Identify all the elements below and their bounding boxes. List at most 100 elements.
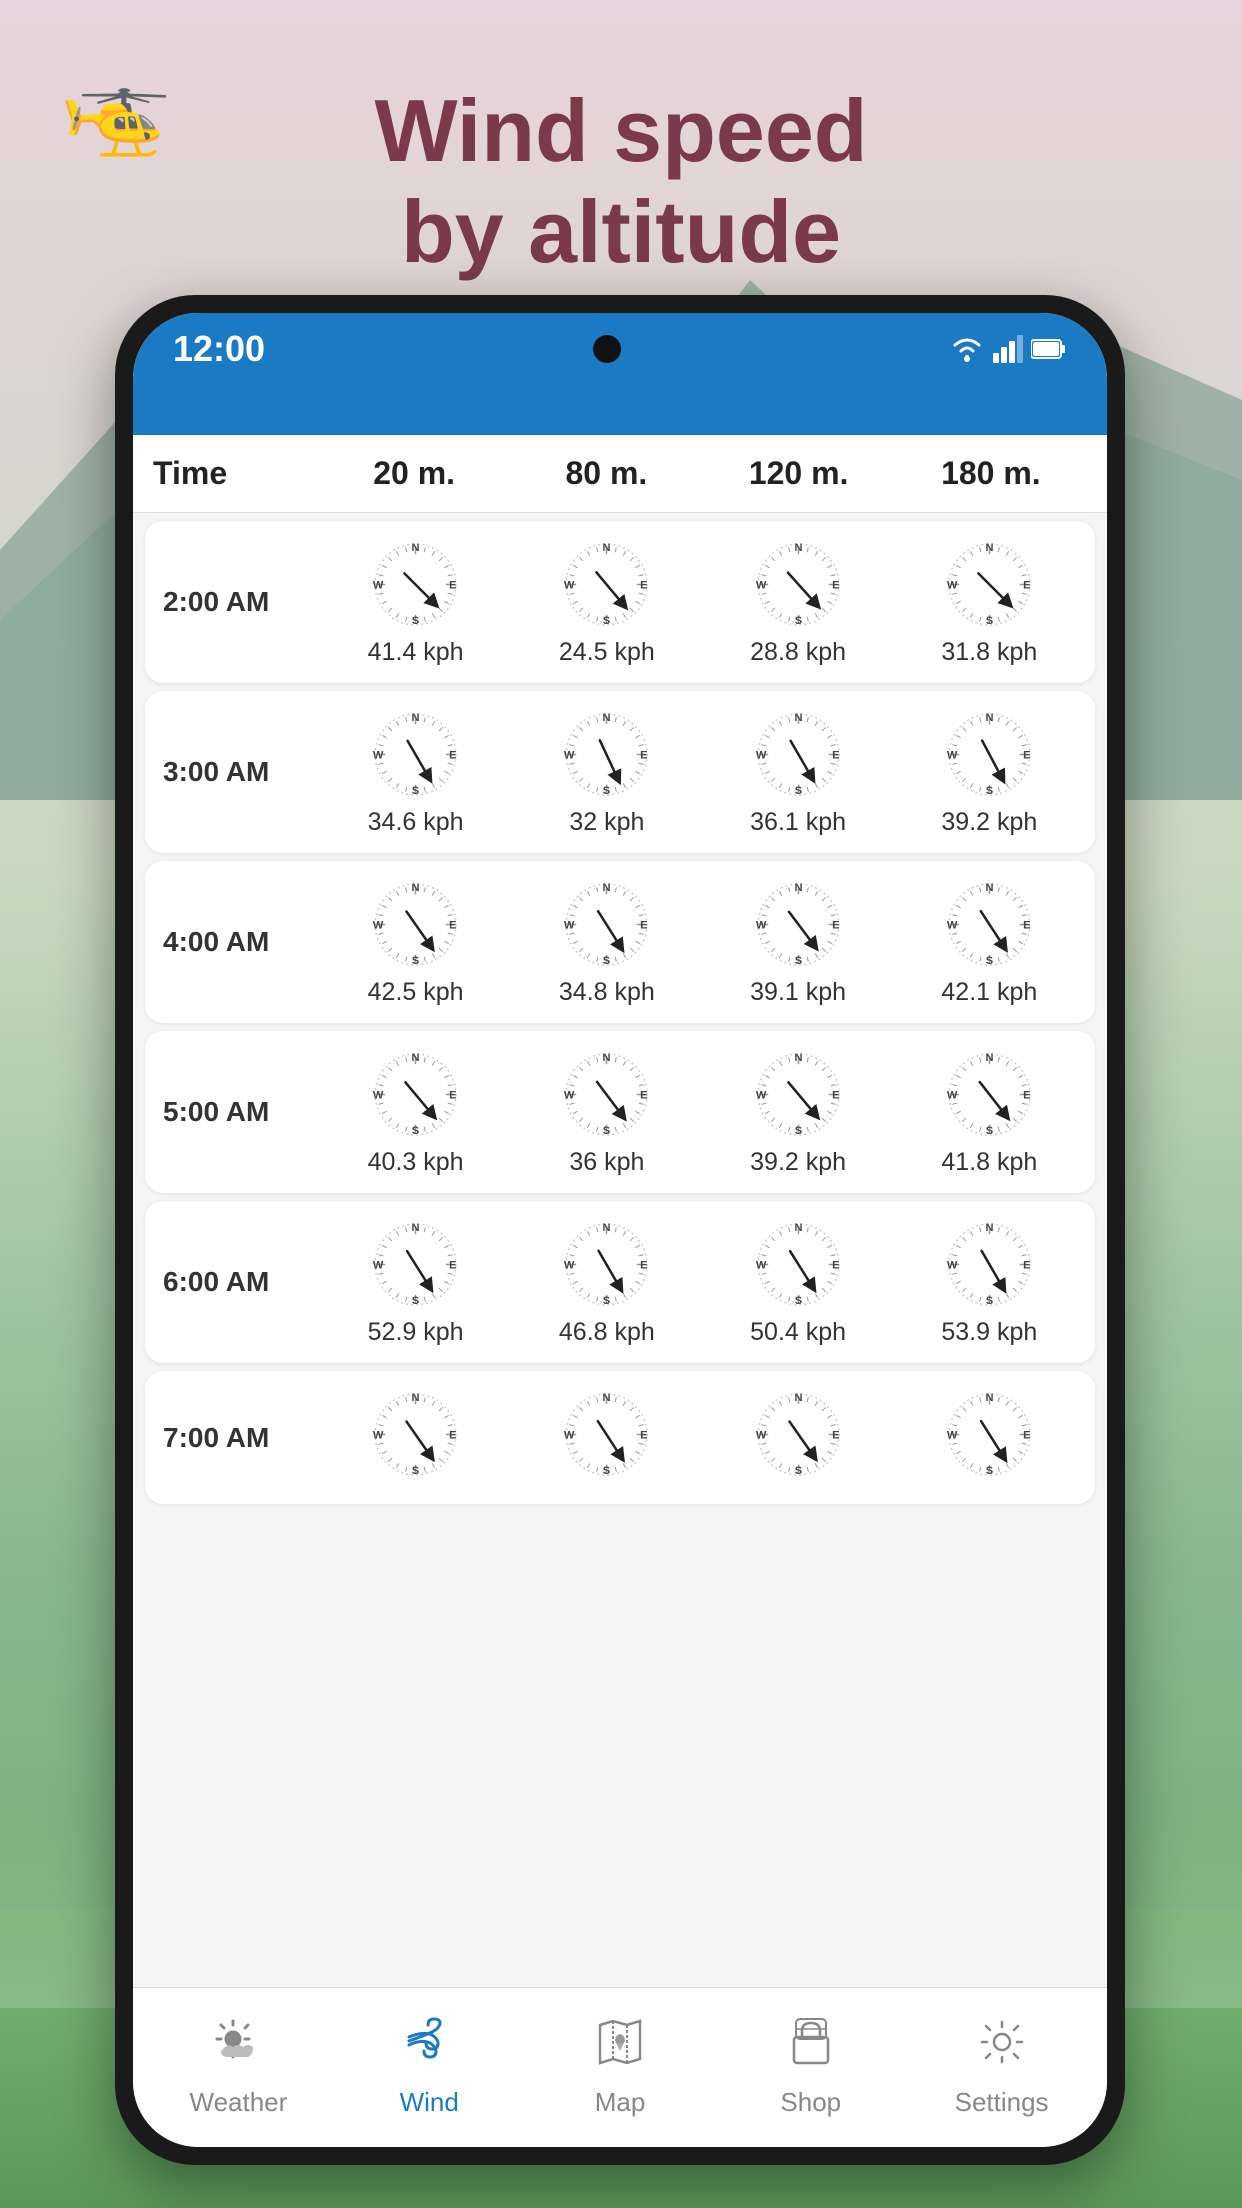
wind-speed: 32 kph: [569, 808, 644, 837]
svg-text:W: W: [755, 920, 766, 932]
nav-shop[interactable]: Shop: [715, 2017, 906, 2118]
status-time: 12:00: [173, 328, 265, 370]
svg-text:N: N: [985, 1052, 993, 1064]
row-time: 6:00 AM: [155, 1266, 320, 1298]
svg-text:S: S: [986, 785, 993, 797]
svg-text:S: S: [603, 1465, 610, 1477]
svg-text:E: E: [641, 920, 648, 932]
title-line1: Wind speed: [374, 81, 867, 180]
weather-nav-label: Weather: [190, 2087, 288, 2118]
svg-text:N: N: [412, 1052, 420, 1064]
svg-text:E: E: [832, 1090, 839, 1102]
phone-frame: 12:00: [115, 295, 1125, 2165]
table-row: 3:00 AM N S W E 34.6 kph N S W E 32 kph …: [145, 691, 1095, 853]
phone-screen: 12:00: [133, 313, 1107, 2147]
svg-text:N: N: [985, 542, 993, 554]
svg-text:S: S: [986, 1295, 993, 1307]
compass-dial: N S W E: [751, 1387, 846, 1482]
table-row: 6:00 AM N S W E 52.9 kph N S W E 46.8 kp…: [145, 1201, 1095, 1363]
wifi-icon: [949, 335, 985, 363]
compass-dial: N S W E: [942, 1047, 1037, 1142]
status-icons: [949, 335, 1067, 363]
svg-text:N: N: [412, 882, 420, 894]
svg-text:W: W: [947, 1430, 958, 1442]
compass-dial: N S W E: [368, 537, 463, 632]
wind-speed: 34.8 kph: [559, 978, 655, 1007]
cell-r0-c3: N S W E 31.8 kph: [894, 537, 1085, 667]
svg-text:S: S: [412, 615, 419, 627]
svg-text:E: E: [449, 750, 456, 762]
wind-speed: 41.8 kph: [941, 1148, 1037, 1177]
cell-r1-c0: N S W E 34.6 kph: [320, 707, 511, 837]
wind-speed: 42.5 kph: [368, 978, 464, 1007]
wind-data-table[interactable]: 2:00 AM N S W E 41.4 kph N S W E 24.5 kp…: [133, 513, 1107, 2067]
svg-text:S: S: [603, 1295, 610, 1307]
cell-r1-c1: N S W E 32 kph: [511, 707, 702, 837]
svg-text:W: W: [755, 1430, 766, 1442]
compass-dial: N S W E: [559, 707, 654, 802]
table-row: 5:00 AM N S W E 40.3 kph N S W E 36 kph …: [145, 1031, 1095, 1193]
cell-r5-c0: N S W E: [320, 1387, 511, 1488]
svg-text:N: N: [412, 712, 420, 724]
compass-dial: N S W E: [559, 537, 654, 632]
svg-text:S: S: [986, 1125, 993, 1137]
svg-text:E: E: [449, 920, 456, 932]
svg-text:E: E: [449, 1090, 456, 1102]
cell-r5-c3: N S W E: [894, 1387, 1085, 1488]
svg-text:S: S: [986, 955, 993, 967]
nav-wind[interactable]: Wind: [334, 2017, 525, 2118]
wind-speed: 28.8 kph: [750, 638, 846, 667]
svg-text:N: N: [412, 542, 420, 554]
svg-text:N: N: [412, 1222, 420, 1234]
settings-nav-icon: [977, 2017, 1027, 2079]
wind-nav-icon: [404, 2017, 454, 2079]
svg-text:N: N: [603, 712, 611, 724]
svg-text:E: E: [1023, 920, 1030, 932]
compass-dial: N S W E: [751, 537, 846, 632]
camera-cutout: [593, 335, 621, 363]
svg-text:S: S: [412, 785, 419, 797]
compass-dial: N S W E: [942, 1217, 1037, 1312]
svg-text:N: N: [603, 542, 611, 554]
weather-nav-icon: [213, 2017, 263, 2079]
compass-dial: N S W E: [559, 1387, 654, 1482]
wind-speed: 41.4 kph: [368, 638, 464, 667]
svg-text:S: S: [794, 615, 801, 627]
cell-r4-c3: N S W E 53.9 kph: [894, 1217, 1085, 1347]
compass-dial: N S W E: [559, 1047, 654, 1142]
svg-text:N: N: [794, 1392, 802, 1404]
svg-text:W: W: [564, 1090, 575, 1102]
svg-text:W: W: [947, 580, 958, 592]
wind-speed: 39.1 kph: [750, 978, 846, 1007]
svg-text:N: N: [985, 1222, 993, 1234]
cell-r1-c2: N S W E 36.1 kph: [703, 707, 894, 837]
cell-r4-c0: N S W E 52.9 kph: [320, 1217, 511, 1347]
svg-text:N: N: [985, 882, 993, 894]
svg-text:W: W: [564, 750, 575, 762]
cell-r3-c1: N S W E 36 kph: [511, 1047, 702, 1177]
svg-text:W: W: [564, 580, 575, 592]
compass-dial: N S W E: [942, 877, 1037, 972]
svg-text:E: E: [832, 1430, 839, 1442]
svg-text:S: S: [412, 1465, 419, 1477]
svg-text:N: N: [794, 1222, 802, 1234]
nav-weather[interactable]: Weather: [143, 2017, 334, 2118]
wind-speed: 52.9 kph: [368, 1318, 464, 1347]
header-bar: [133, 385, 1107, 435]
title-line2: by altitude: [401, 182, 841, 281]
signal-icon: [993, 335, 1023, 363]
svg-text:S: S: [986, 615, 993, 627]
svg-text:S: S: [603, 955, 610, 967]
map-nav-label: Map: [595, 2087, 646, 2118]
svg-text:E: E: [1023, 1090, 1030, 1102]
nav-settings[interactable]: Settings: [906, 2017, 1097, 2118]
svg-text:E: E: [1023, 580, 1030, 592]
cell-r0-c2: N S W E 28.8 kph: [703, 537, 894, 667]
table-row: 2:00 AM N S W E 41.4 kph N S W E 24.5 kp…: [145, 521, 1095, 683]
svg-text:N: N: [985, 1392, 993, 1404]
svg-text:W: W: [373, 1430, 384, 1442]
cell-r2-c2: N S W E 39.1 kph: [703, 877, 894, 1007]
settings-nav-label: Settings: [955, 2087, 1049, 2118]
wind-speed: 42.1 kph: [941, 978, 1037, 1007]
nav-map[interactable]: Map: [525, 2017, 716, 2118]
